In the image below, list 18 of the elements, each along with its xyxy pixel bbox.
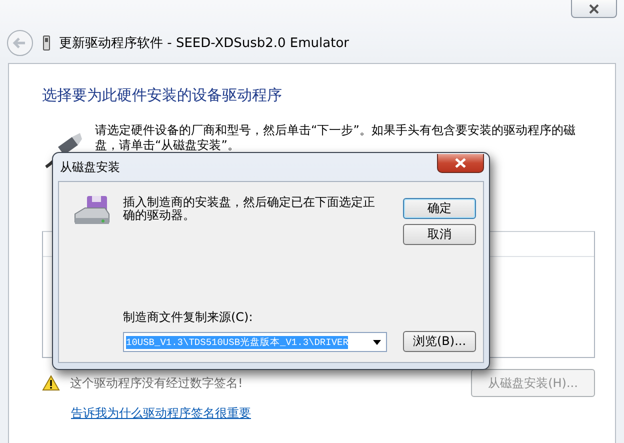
warning-icon [42,375,60,391]
ok-button[interactable]: 确定 [403,198,476,219]
close-icon [588,4,600,14]
signing-info-link[interactable]: 告诉我为什么驱动程序签名很重要 [71,405,251,422]
source-label: 制造商文件复制来源(C): [123,309,254,326]
usb-device-icon [42,35,51,51]
dialog-message: 插入制造商的安装盘，然后确定已在下面选定正确的驱动器。 [123,194,376,224]
warning-text: 这个驱动程序没有经过数字签名! [70,374,244,392]
close-button[interactable] [571,0,617,18]
instruction-text: 请选定硬件设备的厂商和型号，然后单击“下一步”。如果手头有包含要安装的驱动程序的磁 盘，请单击“从磁盘安装”。 [95,123,576,153]
cancel-button[interactable]: 取消 [403,224,476,245]
dialog-title: 从磁盘安装 [60,158,120,176]
page-heading: 选择要为此硬件安装的设备驱动程序 [42,86,283,105]
close-button[interactable] [437,154,484,172]
browse-button[interactable]: 浏览(B)... [403,331,476,352]
close-icon [454,158,467,168]
dropdown-arrow-icon [370,338,384,346]
window-title: 更新驱动程序软件 - SEED-XDSusb2.0 Emulator [59,35,350,52]
